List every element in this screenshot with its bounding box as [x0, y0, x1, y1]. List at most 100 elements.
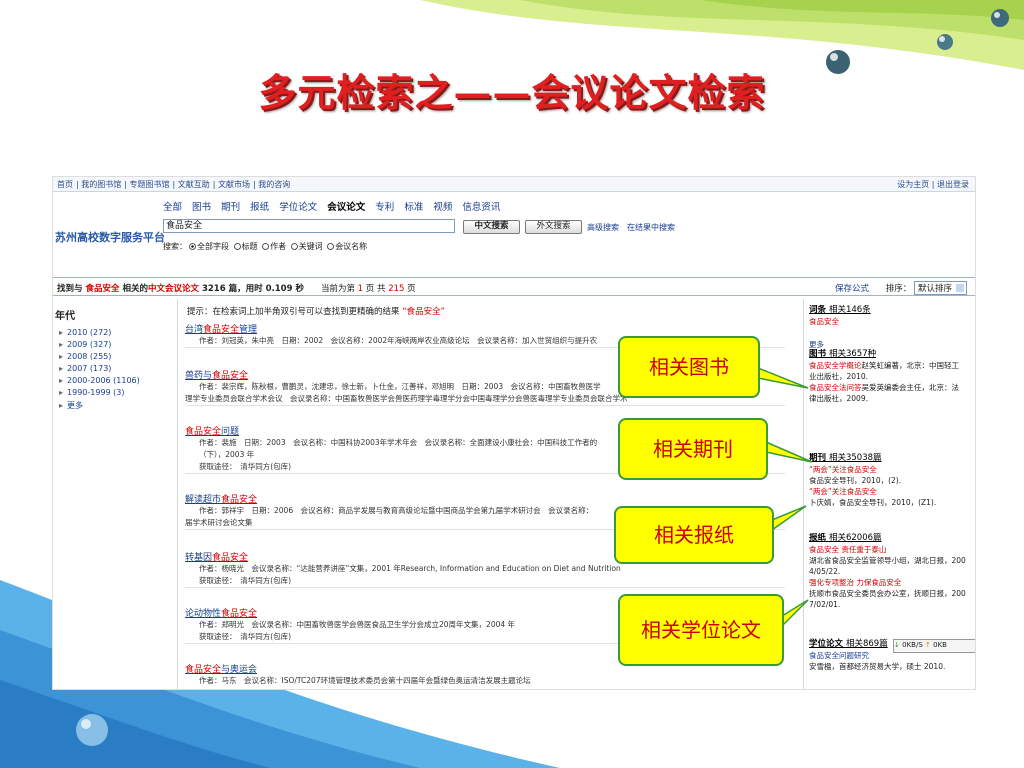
summary-text: 秒 [295, 284, 304, 294]
set-homepage-link[interactable]: 设为主页 [897, 180, 929, 189]
summary-text: 相关的 [122, 284, 148, 294]
year-item[interactable]: 2010 (272) [59, 328, 177, 337]
callout-related-newspapers: 相关报纸 [614, 506, 774, 564]
journal-link[interactable]: “两会”关注食品安全 [809, 464, 975, 475]
radio-conference-name[interactable] [327, 243, 335, 250]
journal-link[interactable]: “两会”关注食品安全 [809, 486, 975, 497]
title-highlight: 食品安全 [212, 371, 249, 381]
radio-title[interactable] [233, 243, 241, 250]
top-nav-links: 首页 | 我的图书馆 | 专题图书馆 | 文献互助 | 文献市场 | 我的咨询 [57, 180, 291, 189]
result-summary: 找到与 食品安全 相关的中文会议论文 3216 篇，用时 0.109 秒 当前为… [57, 282, 416, 294]
tab-patents[interactable]: 专利 [375, 202, 394, 213]
radio-all-fields[interactable] [189, 243, 196, 250]
year-facet: 年代 2010 (272) 2009 (327) 2008 (255) 2007… [53, 305, 177, 414]
scope-label: 搜索： [163, 242, 187, 251]
nav-doc-market[interactable]: 文献市场 [218, 180, 250, 189]
divider [803, 299, 804, 689]
term-link[interactable]: 食品安全 [809, 316, 975, 327]
download-speed-widget: ↓ 0KB/S ↑ 0KB [893, 639, 975, 653]
summary-text: 篇，用时 [228, 284, 263, 294]
journal-meta: 卜庆婧，食品安全导刊，2010，(Z1). [809, 498, 937, 507]
section-count: 相关146条 [828, 305, 871, 315]
tab-videos[interactable]: 视频 [433, 202, 452, 213]
tab-standards[interactable]: 标准 [404, 202, 423, 213]
year-item[interactable]: 1990-1999 (3) [59, 388, 177, 397]
sort-label: 排序： [885, 284, 912, 294]
result-title[interactable]: 台湾食品安全管理 [185, 322, 785, 335]
tab-newspapers[interactable]: 报纸 [250, 202, 269, 213]
tab-journals[interactable]: 期刊 [221, 202, 240, 213]
year-item[interactable]: 2000-2006 (1106) [59, 376, 177, 385]
section-title: 期刊 [809, 453, 827, 463]
tab-conference-papers[interactable]: 会议论文 [327, 202, 365, 213]
nav-doc-help[interactable]: 文献互助 [178, 180, 210, 189]
title-part: 兽药与 [185, 371, 213, 381]
year-more-link[interactable]: 更多 [59, 400, 177, 411]
tip-example: “食品安全” [402, 307, 446, 317]
current-page: 1 [357, 284, 364, 294]
section-title: 词条 [809, 305, 827, 315]
news-meta: 湖北省食品安全监管领导小组，湖北日报，200 [809, 556, 966, 565]
page-text: 当前为第 [320, 284, 355, 294]
nav-topic-library[interactable]: 专题图书馆 [130, 180, 170, 189]
section-title: 报纸 [809, 533, 827, 543]
book-link[interactable]: 食品安全法问答 [809, 383, 862, 392]
tab-theses[interactable]: 学位论文 [279, 202, 317, 213]
section-title: 学位论文 [809, 639, 844, 649]
search-tip: 提示：在检索词上加半角双引号可以查找到更精确的结果 “食品安全” [187, 305, 445, 317]
tab-books[interactable]: 图书 [192, 202, 211, 213]
section-count: 相关869篇 [845, 639, 888, 649]
terms-header[interactable]: 词条 相关146条 [809, 305, 975, 316]
result-title[interactable]: 解读超市食品安全 [185, 492, 785, 505]
nav-my-consult[interactable]: 我的咨询 [258, 180, 290, 189]
title-part: 问题 [221, 427, 240, 437]
title-part: 转基因 [185, 553, 213, 563]
divider [177, 299, 178, 689]
title-highlight: 食品安全 [221, 495, 258, 505]
year-item[interactable]: 2007 (173) [59, 364, 177, 373]
summary-keyword: 食品安全 [85, 284, 120, 294]
callout-related-books: 相关图书 [618, 336, 760, 398]
books-header[interactable]: 图书 相关3657种 [809, 349, 975, 360]
radio-author[interactable] [262, 243, 270, 250]
result-source[interactable]: 获取途径： 清华同方(包库) [199, 575, 785, 587]
news-link[interactable]: 食品安全 责任重于泰山 [809, 544, 975, 555]
news-link[interactable]: 强化专项整治 力保食品安全 [809, 577, 975, 588]
newspapers-header[interactable]: 报纸 相关62006篇 [809, 533, 975, 544]
related-newspapers: 报纸 相关62006篇 食品安全 责任重于泰山 湖北省食品安全监管领导小组，湖北… [809, 533, 975, 610]
title-highlight: 食品安全 [212, 553, 249, 563]
nav-my-library[interactable]: 我的图书馆 [81, 180, 121, 189]
radio-label: 标题 [241, 242, 258, 251]
journals-header[interactable]: 期刊 相关35038篇 [809, 453, 975, 464]
callout-related-theses: 相关学位论文 [618, 594, 784, 666]
title-part: 论动物性 [185, 609, 222, 619]
title-highlight: 食品安全 [185, 665, 222, 675]
year-item[interactable]: 2009 (327) [59, 340, 177, 349]
slide-title: 多元检索之——会议论文检索 [258, 70, 766, 115]
advanced-search-link[interactable]: 高级搜索 [587, 222, 619, 233]
search-within-link[interactable]: 在结果中搜索 [627, 222, 675, 233]
sort-select[interactable]: 默认排序 [913, 281, 967, 295]
foreign-search-button[interactable]: 外文搜索 [525, 220, 582, 234]
search-input[interactable]: 食品安全 [163, 219, 455, 233]
thesis-meta: 安雪楹，首都经济贸易大学，硕士 2010. [809, 662, 946, 671]
result-summary-bar: 找到与 食品安全 相关的中文会议论文 3216 篇，用时 0.109 秒 当前为… [53, 277, 975, 296]
sort-controls: 保存公式 排序： 默认排序 [835, 281, 967, 295]
tab-all[interactable]: 全部 [163, 202, 182, 213]
top-nav-bar: 首页 | 我的图书馆 | 专题图书馆 | 文献互助 | 文献市场 | 我的咨询 设为主页 … [53, 177, 975, 192]
tab-info[interactable]: 信息资讯 [462, 202, 500, 213]
year-item[interactable]: 2008 (255) [59, 352, 177, 361]
result-meta: 作者：杨晓光 会议录名称：“达能营养讲座”文集，2001 年Research, … [199, 564, 621, 573]
title-part: 与奥运会 [221, 665, 258, 675]
radio-keyword[interactable] [290, 243, 298, 250]
related-books: 图书 相关3657种 食品安全学概论赵笑虹编著，北京：中国轻工 业出版社，201… [809, 349, 975, 404]
book-link[interactable]: 食品安全学概论 [809, 361, 862, 370]
chinese-search-button[interactable]: 中文搜索 [463, 220, 520, 234]
search-scope: 搜索： 全部字段 标题 作者 关键词 会议名称 [163, 241, 367, 252]
book-meta: 业出版社，2010. [809, 372, 868, 381]
nav-home[interactable]: 首页 [57, 180, 73, 189]
section-count: 相关62006篇 [828, 533, 882, 543]
save-formula-link[interactable]: 保存公式 [835, 284, 869, 294]
title-highlight: 食品安全 [203, 325, 240, 335]
logout-link[interactable]: 退出登录 [937, 180, 969, 189]
